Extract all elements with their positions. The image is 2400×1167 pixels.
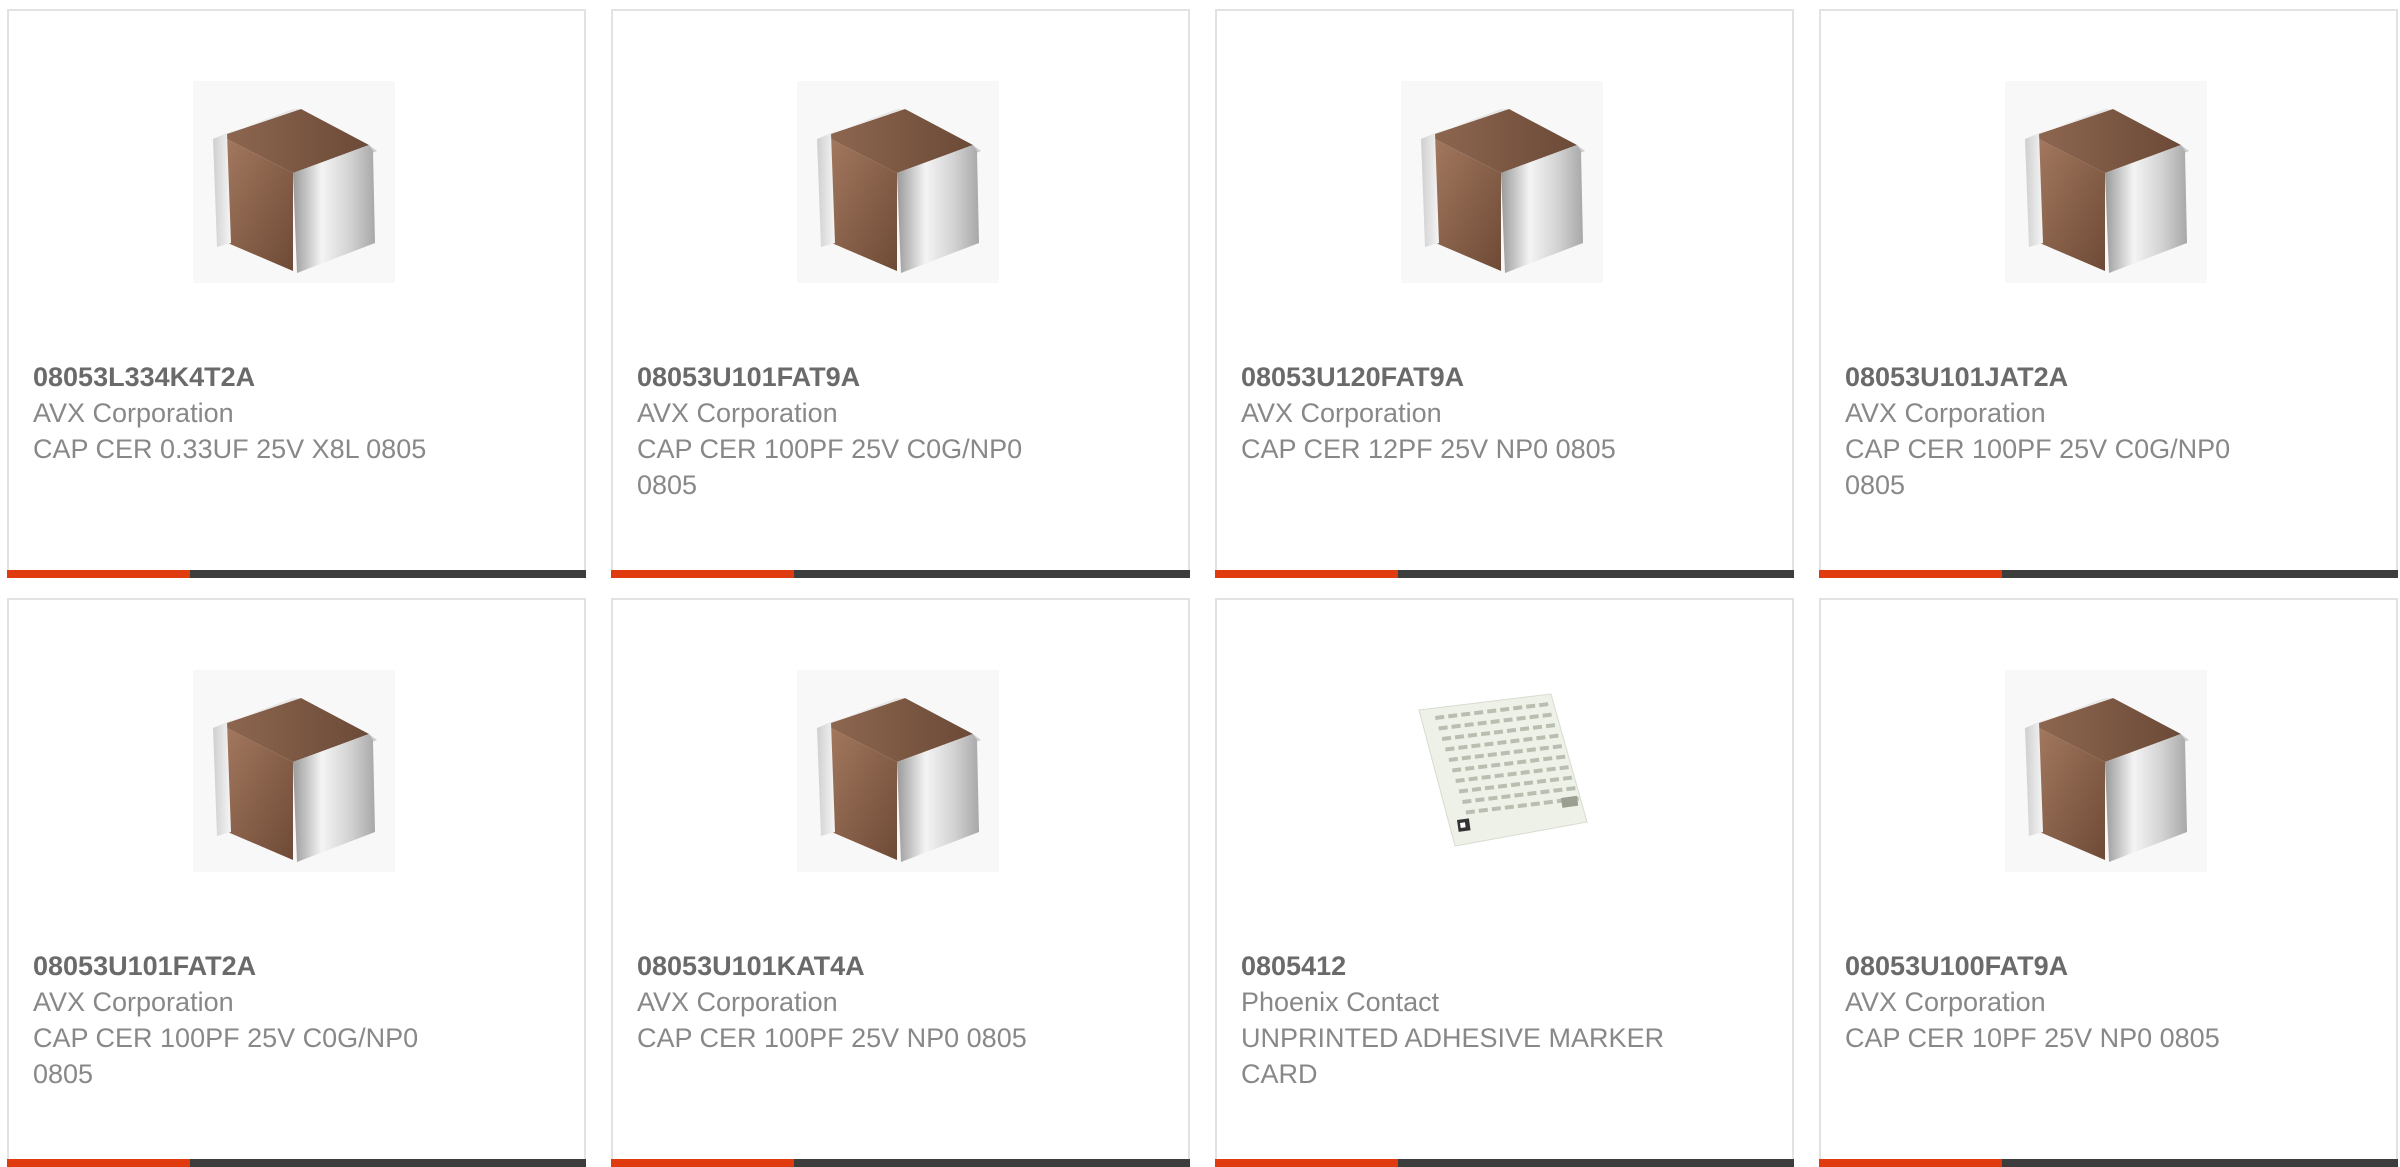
card-bottom-bar — [1215, 1159, 1794, 1167]
product-card[interactable]: 08053U120FAT9A AVX Corporation CAP CER 1… — [1215, 9, 1794, 578]
product-image[interactable] — [797, 670, 999, 872]
product-image[interactable] — [1401, 81, 1603, 283]
card-accent-bar — [1819, 570, 2002, 578]
product-description: CAP CER 10PF 25V NP0 0805 — [1845, 1023, 2220, 1053]
ceramic-capacitor-icon — [2005, 81, 2207, 283]
product-image[interactable] — [193, 81, 395, 283]
part-number[interactable]: 0805412 — [1241, 948, 1681, 984]
product-info: 08053U120FAT9A AVX Corporation CAP CER 1… — [1241, 359, 1681, 467]
card-bottom-bar — [1215, 570, 1794, 578]
product-description: CAP CER 100PF 25V NP0 0805 — [637, 1023, 1027, 1053]
product-info: 08053U101FAT2A AVX Corporation CAP CER 1… — [33, 948, 473, 1092]
part-number[interactable]: 08053U100FAT9A — [1845, 948, 2285, 984]
part-number[interactable]: 08053U120FAT9A — [1241, 359, 1681, 395]
part-number[interactable]: 08053U101JAT2A — [1845, 359, 2285, 395]
product-info: 0805412 Phoenix Contact UNPRINTED ADHESI… — [1241, 948, 1681, 1092]
product-image[interactable] — [797, 81, 999, 283]
product-card[interactable]: 08053L334K4T2A AVX Corporation CAP CER 0… — [7, 9, 586, 578]
manufacturer-name: Phoenix Contact — [1241, 987, 1440, 1017]
card-bottom-bar — [7, 1159, 586, 1167]
card-accent-bar — [1215, 570, 1398, 578]
product-image[interactable] — [1401, 670, 1603, 872]
product-description: CAP CER 12PF 25V NP0 0805 — [1241, 434, 1616, 464]
card-accent-bar — [611, 570, 794, 578]
product-image[interactable] — [193, 670, 395, 872]
manufacturer-name: AVX Corporation — [33, 987, 234, 1017]
card-bottom-bar — [611, 570, 1190, 578]
product-description: CAP CER 0.33UF 25V X8L 0805 — [33, 434, 427, 464]
product-description: CAP CER 100PF 25V C0G/NP0 0805 — [33, 1023, 419, 1089]
card-bottom-bar — [611, 1159, 1190, 1167]
product-info: 08053U101KAT4A AVX Corporation CAP CER 1… — [637, 948, 1077, 1056]
ceramic-capacitor-icon — [1401, 81, 1603, 283]
ceramic-capacitor-icon — [193, 670, 395, 872]
product-card[interactable]: 0805412 Phoenix Contact UNPRINTED ADHESI… — [1215, 598, 1794, 1167]
card-accent-bar — [611, 1159, 794, 1167]
product-card[interactable]: 08053U101KAT4A AVX Corporation CAP CER 1… — [611, 598, 1190, 1167]
product-description: CAP CER 100PF 25V C0G/NP0 0805 — [637, 434, 1023, 500]
manufacturer-name: AVX Corporation — [1845, 398, 2046, 428]
product-image[interactable] — [2005, 670, 2207, 872]
product-info: 08053U100FAT9A AVX Corporation CAP CER 1… — [1845, 948, 2285, 1056]
card-bottom-bar — [1819, 1159, 2398, 1167]
part-number[interactable]: 08053U101FAT9A — [637, 359, 1077, 395]
ceramic-capacitor-icon — [193, 81, 395, 283]
ceramic-capacitor-icon — [2005, 670, 2207, 872]
manufacturer-name: AVX Corporation — [637, 398, 838, 428]
card-accent-bar — [7, 570, 190, 578]
product-card[interactable]: 08053U100FAT9A AVX Corporation CAP CER 1… — [1819, 598, 2398, 1167]
card-bottom-bar — [7, 570, 586, 578]
product-grid: 08053L334K4T2A AVX Corporation CAP CER 0… — [0, 0, 2400, 1167]
ceramic-capacitor-icon — [797, 670, 999, 872]
part-number[interactable]: 08053U101KAT4A — [637, 948, 1077, 984]
card-accent-bar — [7, 1159, 190, 1167]
product-info: 08053L334K4T2A AVX Corporation CAP CER 0… — [33, 359, 473, 467]
manufacturer-name: AVX Corporation — [33, 398, 234, 428]
product-card[interactable]: 08053U101FAT2A AVX Corporation CAP CER 1… — [7, 598, 586, 1167]
product-info: 08053U101FAT9A AVX Corporation CAP CER 1… — [637, 359, 1077, 503]
card-accent-bar — [1215, 1159, 1398, 1167]
product-image[interactable] — [2005, 81, 2207, 283]
part-number[interactable]: 08053U101FAT2A — [33, 948, 473, 984]
manufacturer-name: AVX Corporation — [637, 987, 838, 1017]
card-accent-bar — [1819, 1159, 2002, 1167]
product-card[interactable]: 08053U101JAT2A AVX Corporation CAP CER 1… — [1819, 9, 2398, 578]
marker-card-icon — [1401, 670, 1603, 872]
product-description: UNPRINTED ADHESIVE MARKER CARD — [1241, 1023, 1665, 1089]
ceramic-capacitor-icon — [797, 81, 999, 283]
part-number[interactable]: 08053L334K4T2A — [33, 359, 473, 395]
product-card[interactable]: 08053U101FAT9A AVX Corporation CAP CER 1… — [611, 9, 1190, 578]
product-description: CAP CER 100PF 25V C0G/NP0 0805 — [1845, 434, 2231, 500]
card-bottom-bar — [1819, 570, 2398, 578]
manufacturer-name: AVX Corporation — [1241, 398, 1442, 428]
manufacturer-name: AVX Corporation — [1845, 987, 2046, 1017]
product-info: 08053U101JAT2A AVX Corporation CAP CER 1… — [1845, 359, 2285, 503]
